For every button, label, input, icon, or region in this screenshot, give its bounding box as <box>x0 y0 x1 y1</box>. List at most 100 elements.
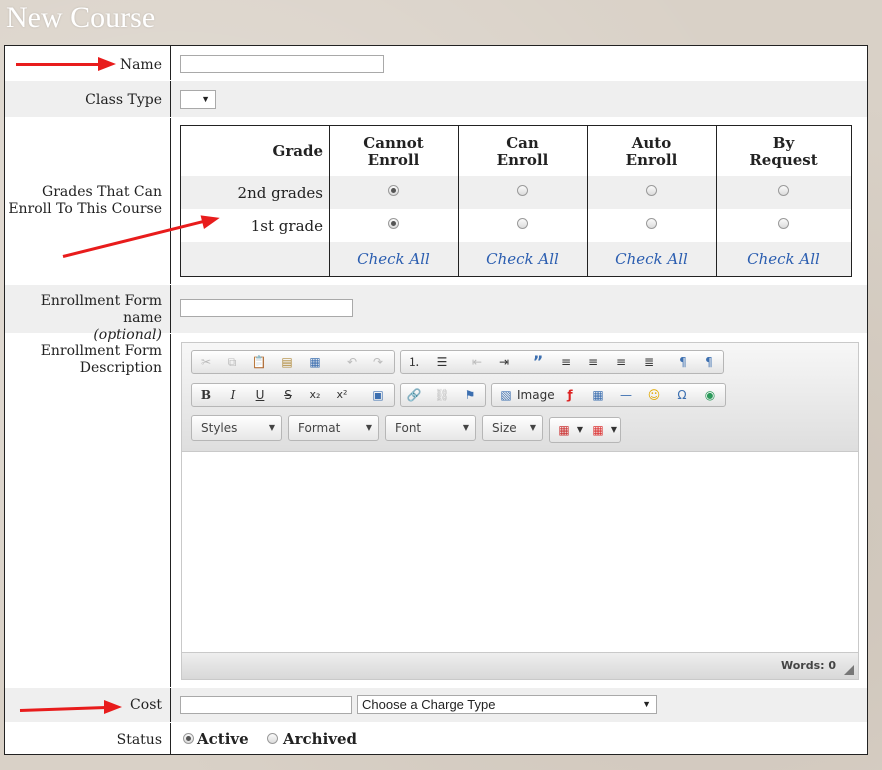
undo-icon[interactable]: ↶ <box>342 354 362 370</box>
radio-1st-by-request[interactable] <box>778 218 789 229</box>
class-type-row: Class Type ▼ <box>5 81 867 117</box>
col-header-auto-enroll: Auto Enroll <box>625 134 678 169</box>
styles-dropdown[interactable]: Styles ▼ <box>191 415 282 441</box>
indent-icon[interactable]: ⇥ <box>494 354 514 370</box>
radio-1st-auto-enroll[interactable] <box>646 218 657 229</box>
justify-icon[interactable]: ≣ <box>639 354 659 370</box>
radio-2nd-can-enroll[interactable] <box>517 185 528 196</box>
page-title: New Course <box>6 1 156 34</box>
align-right-icon[interactable]: ≡ <box>611 354 631 370</box>
chevron-down-icon: ▼ <box>268 423 275 432</box>
radio-1st-cannot-enroll[interactable] <box>388 218 399 229</box>
paste-icon[interactable]: 📋 <box>249 354 269 370</box>
chevron-down-icon: ▼ <box>576 425 584 434</box>
grade-row-label: 2nd grades <box>237 184 323 202</box>
ltr-icon[interactable]: ¶ <box>673 354 693 370</box>
align-left-icon[interactable]: ≡ <box>556 354 576 370</box>
flash-icon[interactable]: ƒ <box>560 387 580 403</box>
status-row: Status Active Archived <box>5 723 867 754</box>
enrollment-form-name-input[interactable] <box>180 299 353 317</box>
enrollment-description-label: Enrollment Form Description <box>5 334 171 687</box>
charge-type-select[interactable]: Choose a Charge Type ▼ <box>357 695 657 714</box>
check-all-auto-enroll-link[interactable]: Check All <box>587 250 716 268</box>
grade-header: Grade <box>272 142 323 160</box>
status-archived-label: Archived <box>283 730 358 748</box>
class-type-label: Class Type <box>5 81 171 117</box>
smiley-icon[interactable]: ☺ <box>644 387 664 403</box>
cost-row: Cost Choose a Charge Type ▼ <box>5 688 867 722</box>
radio-2nd-cannot-enroll[interactable] <box>388 185 399 196</box>
chevron-down-icon: ▼ <box>610 425 618 434</box>
check-all-can-enroll-link[interactable]: Check All <box>458 250 587 268</box>
name-input[interactable] <box>180 55 384 73</box>
enrollment-form-name-label: Enrollment Form name (optional) <box>5 285 171 343</box>
blockquote-icon[interactable]: ” <box>528 354 548 370</box>
cost-input[interactable] <box>180 696 352 714</box>
anchor-flag-icon[interactable]: ⚑ <box>460 387 480 403</box>
format-dropdown[interactable]: Format ▼ <box>288 415 379 441</box>
col-header-can-enroll: Can Enroll <box>496 134 549 169</box>
bold-icon[interactable]: B <box>196 387 216 403</box>
new-course-form: Name Class Type ▼ Grades That Can Enroll … <box>4 45 868 755</box>
status-archived-radio[interactable] <box>267 733 278 744</box>
special-char-icon[interactable]: Ω <box>672 387 692 403</box>
grade-row-label: 1st grade <box>250 217 323 235</box>
status-label: Status <box>5 723 171 754</box>
enrollment-form-name-row: Enrollment Form name (optional) <box>5 285 867 343</box>
name-row: Name <box>5 46 867 80</box>
resize-grip-icon[interactable] <box>844 665 854 675</box>
rich-text-editor[interactable]: ✂ ⧉ 📋 ▤ ▦ ↶ ↷ ⒈ ☰ ⇤ ⇥ ” ≡ ≡ ≡ ≣ ¶ ¶ B I … <box>181 342 859 680</box>
numbered-list-icon[interactable]: ⒈ <box>404 354 424 370</box>
radio-1st-can-enroll[interactable] <box>517 218 528 229</box>
redo-icon[interactable]: ↷ <box>368 354 388 370</box>
image-button-label[interactable]: Image <box>517 387 555 403</box>
paragraph-group: ⒈ ☰ ⇤ ⇥ ” ≡ ≡ ≡ ≣ ¶ ¶ <box>400 350 724 374</box>
copy-icon[interactable]: ⧉ <box>222 354 242 370</box>
superscript-icon[interactable]: x² <box>332 387 352 403</box>
word-count: Words: 0 <box>780 659 836 672</box>
radio-2nd-auto-enroll[interactable] <box>646 185 657 196</box>
link-group: 🔗 ⛓ ⚑ <box>400 383 486 407</box>
chevron-down-icon: ▼ <box>462 423 469 432</box>
chevron-down-icon: ▼ <box>201 94 210 104</box>
size-dropdown[interactable]: Size ▼ <box>482 415 543 441</box>
editor-toolbar: ✂ ⧉ 📋 ▤ ▦ ↶ ↷ ⒈ ☰ ⇤ ⇥ ” ≡ ≡ ≡ ≣ ¶ ¶ B I … <box>182 343 858 452</box>
cost-label: Cost <box>5 688 171 722</box>
grades-label: Grades That Can Enroll To This Course <box>5 118 171 284</box>
chevron-down-icon: ▼ <box>642 699 651 709</box>
basic-styles-group: B I U S x₂ x² ▣ <box>191 383 395 407</box>
col-header-by-request: By Request <box>749 134 818 169</box>
paste-word-icon[interactable]: ▦ <box>305 354 325 370</box>
color-table-group: ▦ ▼ ▦ ▼ <box>549 417 621 443</box>
image-icon[interactable]: ▧ <box>496 387 516 403</box>
underline-icon[interactable]: U <box>250 387 270 403</box>
remove-format-icon[interactable]: ▣ <box>368 387 388 403</box>
check-all-by-request-link[interactable]: Check All <box>716 250 851 268</box>
align-center-icon[interactable]: ≡ <box>583 354 603 370</box>
chevron-down-icon: ▼ <box>365 423 372 432</box>
iframe-globe-icon[interactable]: ◉ <box>700 387 720 403</box>
editor-statusbar: Words: 0 <box>182 652 858 679</box>
chevron-down-icon: ▼ <box>529 423 536 432</box>
italic-icon[interactable]: I <box>223 387 243 403</box>
rtl-icon[interactable]: ¶ <box>699 354 719 370</box>
class-type-select[interactable]: ▼ <box>180 90 216 109</box>
subscript-icon[interactable]: x₂ <box>305 387 325 403</box>
status-active-radio[interactable] <box>183 733 194 744</box>
table-icon[interactable]: ▦ <box>588 387 608 403</box>
horizontal-line-icon[interactable]: — <box>616 387 636 403</box>
col-header-cannot-enroll: Cannot Enroll <box>363 134 424 169</box>
bulleted-list-icon[interactable]: ☰ <box>432 354 452 370</box>
radio-2nd-by-request[interactable] <box>778 185 789 196</box>
status-active-label: Active <box>197 730 249 748</box>
cut-icon[interactable]: ✂ <box>196 354 216 370</box>
strikethrough-icon[interactable]: S <box>278 387 298 403</box>
font-dropdown[interactable]: Font ▼ <box>385 415 476 441</box>
grades-table: Grade Cannot Enroll Can Enroll Auto Enroll … <box>180 125 852 277</box>
insert-group: ▧ Image ƒ ▦ — ☺ Ω ◉ <box>491 383 726 407</box>
check-all-cannot-enroll-link[interactable]: Check All <box>329 250 458 268</box>
link-icon[interactable]: 🔗 <box>404 387 424 403</box>
unlink-icon[interactable]: ⛓ <box>432 387 452 403</box>
paste-text-icon[interactable]: ▤ <box>277 354 297 370</box>
outdent-icon[interactable]: ⇤ <box>467 354 487 370</box>
